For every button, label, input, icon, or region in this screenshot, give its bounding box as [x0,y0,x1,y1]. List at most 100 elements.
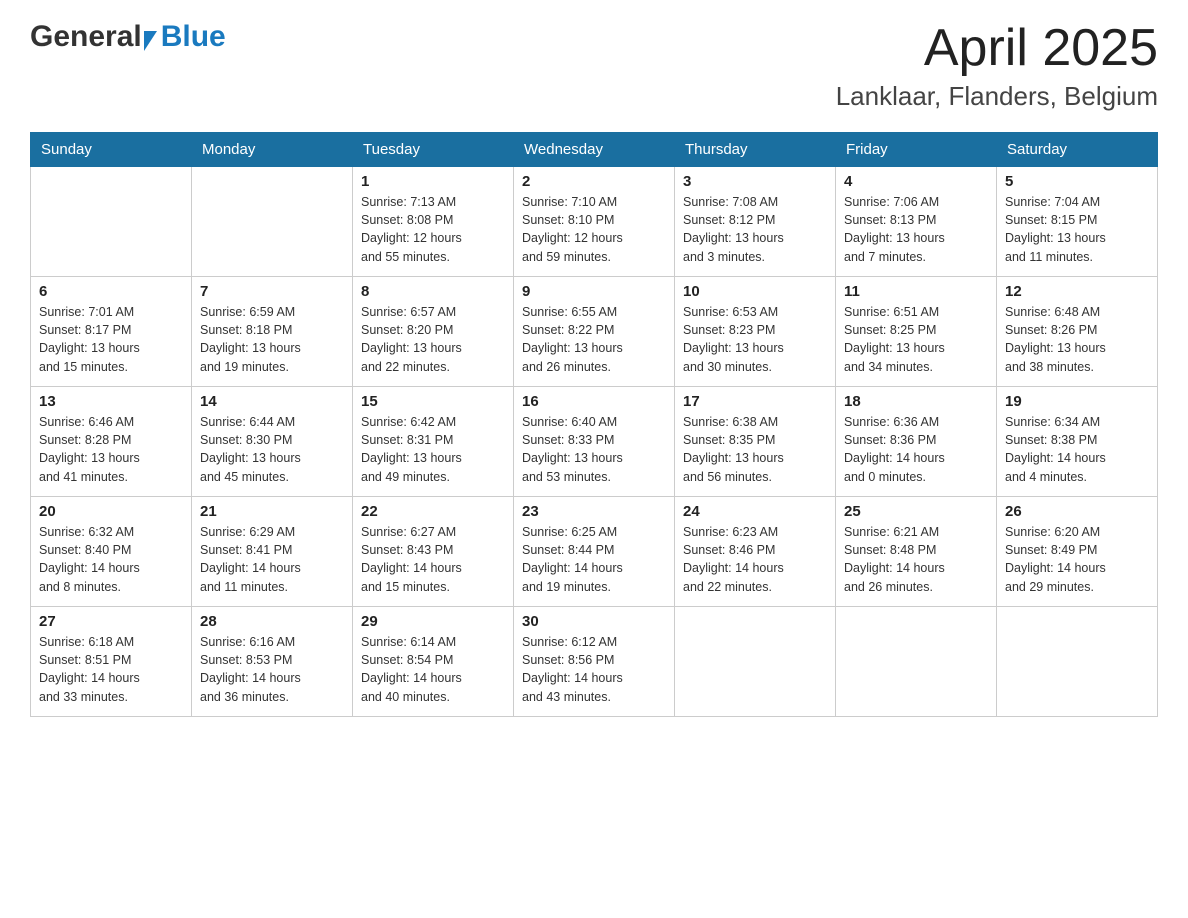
calendar-cell [675,607,836,717]
day-number: 17 [683,393,827,410]
calendar-header-friday: Friday [836,133,997,167]
day-info: Sunrise: 7:06 AMSunset: 8:13 PMDaylight:… [844,193,988,266]
day-number: 1 [361,173,505,190]
calendar-header-monday: Monday [192,133,353,167]
calendar-cell: 21 Sunrise: 6:29 AMSunset: 8:41 PMDayligh… [192,497,353,607]
calendar-cell [836,607,997,717]
calendar-cell: 23 Sunrise: 6:25 AMSunset: 8:44 PMDayligh… [514,497,675,607]
calendar-cell: 6Sunrise: 7:01 AMSunset: 8:17 PMDaylight… [31,277,192,387]
calendar-cell: 26Sunrise: 6:20 AMSunset: 8:49 PMDayligh… [997,497,1158,607]
calendar-cell: 10 Sunrise: 6:53 AMSunset: 8:23 PMDayligh… [675,277,836,387]
calendar-cell: 11 Sunrise: 6:51 AMSunset: 8:25 PMDayligh… [836,277,997,387]
day-number: 5 [1005,173,1149,190]
calendar-title: April 2025 [836,20,1158,77]
day-number: 23 [522,503,666,520]
day-number: 24 [683,503,827,520]
day-number: 7 [200,283,344,300]
day-info: Sunrise: 6:55 AMSunset: 8:22 PMDaylight:… [522,303,666,376]
calendar-cell: 15 Sunrise: 6:42 AMSunset: 8:31 PMDayligh… [353,387,514,497]
calendar-cell: 9 Sunrise: 6:55 AMSunset: 8:22 PMDaylight… [514,277,675,387]
calendar-cell: 4 Sunrise: 7:06 AMSunset: 8:13 PMDaylight… [836,167,997,277]
calendar-header-sunday: Sunday [31,133,192,167]
calendar-cell: 5 Sunrise: 7:04 AMSunset: 8:15 PMDaylight… [997,167,1158,277]
day-info: Sunrise: 7:04 AMSunset: 8:15 PMDaylight:… [1005,193,1149,266]
calendar-cell: 12 Sunrise: 6:48 AMSunset: 8:26 PMDayligh… [997,277,1158,387]
calendar-cell: 19 Sunrise: 6:34 AMSunset: 8:38 PMDayligh… [997,387,1158,497]
day-info: Sunrise: 6:27 AMSunset: 8:43 PMDaylight:… [361,523,505,596]
day-number: 4 [844,173,988,190]
day-info: Sunrise: 6:40 AMSunset: 8:33 PMDaylight:… [522,413,666,486]
day-number: 25 [844,503,988,520]
calendar-cell: 16 Sunrise: 6:40 AMSunset: 8:33 PMDayligh… [514,387,675,497]
day-info: Sunrise: 6:14 AMSunset: 8:54 PMDaylight:… [361,633,505,706]
calendar-week-row: 13 Sunrise: 6:46 AMSunset: 8:28 PMDayligh… [31,387,1158,497]
calendar-cell: 7 Sunrise: 6:59 AMSunset: 8:18 PMDaylight… [192,277,353,387]
calendar-cell: 29 Sunrise: 6:14 AMSunset: 8:54 PMDayligh… [353,607,514,717]
calendar-table: SundayMondayTuesdayWednesdayThursdayFrid… [30,132,1158,717]
day-number: 15 [361,393,505,410]
day-number: 11 [844,283,988,300]
day-number: 29 [361,613,505,630]
calendar-week-row: 27 Sunrise: 6:18 AMSunset: 8:51 PMDayligh… [31,607,1158,717]
day-number: 12 [1005,283,1149,300]
day-number: 14 [200,393,344,410]
page-header: General Blue April 2025 Lanklaar, Flande… [30,20,1158,112]
day-number: 21 [200,503,344,520]
calendar-cell [997,607,1158,717]
calendar-cell: 17Sunrise: 6:38 AMSunset: 8:35 PMDayligh… [675,387,836,497]
day-number: 28 [200,613,344,630]
day-number: 27 [39,613,183,630]
calendar-header-saturday: Saturday [997,133,1158,167]
day-number: 19 [1005,393,1149,410]
day-info: Sunrise: 6:29 AMSunset: 8:41 PMDaylight:… [200,523,344,596]
calendar-cell: 25 Sunrise: 6:21 AMSunset: 8:48 PMDayligh… [836,497,997,607]
calendar-cell: 13 Sunrise: 6:46 AMSunset: 8:28 PMDayligh… [31,387,192,497]
logo-triangle-icon [144,31,157,51]
day-info: Sunrise: 6:42 AMSunset: 8:31 PMDaylight:… [361,413,505,486]
day-info: Sunrise: 6:46 AMSunset: 8:28 PMDaylight:… [39,413,183,486]
day-info: Sunrise: 6:51 AMSunset: 8:25 PMDaylight:… [844,303,988,376]
calendar-cell: 8Sunrise: 6:57 AMSunset: 8:20 PMDaylight… [353,277,514,387]
day-number: 2 [522,173,666,190]
calendar-week-row: 6Sunrise: 7:01 AMSunset: 8:17 PMDaylight… [31,277,1158,387]
day-number: 30 [522,613,666,630]
day-info: Sunrise: 6:53 AMSunset: 8:23 PMDaylight:… [683,303,827,376]
day-info: Sunrise: 6:44 AMSunset: 8:30 PMDaylight:… [200,413,344,486]
day-number: 13 [39,393,183,410]
calendar-week-row: 20Sunrise: 6:32 AMSunset: 8:40 PMDayligh… [31,497,1158,607]
calendar-header-row: SundayMondayTuesdayWednesdayThursdayFrid… [31,133,1158,167]
calendar-cell: 30Sunrise: 6:12 AMSunset: 8:56 PMDayligh… [514,607,675,717]
logo-blue-text: Blue [161,20,226,54]
day-number: 18 [844,393,988,410]
calendar-cell [31,167,192,277]
calendar-cell: 24 Sunrise: 6:23 AMSunset: 8:46 PMDayligh… [675,497,836,607]
day-info: Sunrise: 7:08 AMSunset: 8:12 PMDaylight:… [683,193,827,266]
day-info: Sunrise: 6:48 AMSunset: 8:26 PMDaylight:… [1005,303,1149,376]
day-info: Sunrise: 6:23 AMSunset: 8:46 PMDaylight:… [683,523,827,596]
day-info: Sunrise: 6:21 AMSunset: 8:48 PMDaylight:… [844,523,988,596]
calendar-week-row: 1 Sunrise: 7:13 AMSunset: 8:08 PMDaylight… [31,167,1158,277]
day-info: Sunrise: 7:10 AMSunset: 8:10 PMDaylight:… [522,193,666,266]
calendar-subtitle: Lanklaar, Flanders, Belgium [836,81,1158,112]
calendar-cell: 2 Sunrise: 7:10 AMSunset: 8:10 PMDaylight… [514,167,675,277]
day-info: Sunrise: 6:59 AMSunset: 8:18 PMDaylight:… [200,303,344,376]
day-number: 3 [683,173,827,190]
day-number: 9 [522,283,666,300]
logo: General Blue [30,20,226,54]
day-number: 8 [361,283,505,300]
day-info: Sunrise: 6:18 AMSunset: 8:51 PMDaylight:… [39,633,183,706]
day-number: 16 [522,393,666,410]
day-number: 10 [683,283,827,300]
calendar-header-wednesday: Wednesday [514,133,675,167]
calendar-cell: 14 Sunrise: 6:44 AMSunset: 8:30 PMDayligh… [192,387,353,497]
day-info: Sunrise: 6:25 AMSunset: 8:44 PMDaylight:… [522,523,666,596]
calendar-header-thursday: Thursday [675,133,836,167]
calendar-header-tuesday: Tuesday [353,133,514,167]
day-info: Sunrise: 6:16 AMSunset: 8:53 PMDaylight:… [200,633,344,706]
day-number: 6 [39,283,183,300]
day-info: Sunrise: 6:34 AMSunset: 8:38 PMDaylight:… [1005,413,1149,486]
day-number: 20 [39,503,183,520]
calendar-cell: 22Sunrise: 6:27 AMSunset: 8:43 PMDayligh… [353,497,514,607]
day-info: Sunrise: 6:20 AMSunset: 8:49 PMDaylight:… [1005,523,1149,596]
day-info: Sunrise: 7:13 AMSunset: 8:08 PMDaylight:… [361,193,505,266]
